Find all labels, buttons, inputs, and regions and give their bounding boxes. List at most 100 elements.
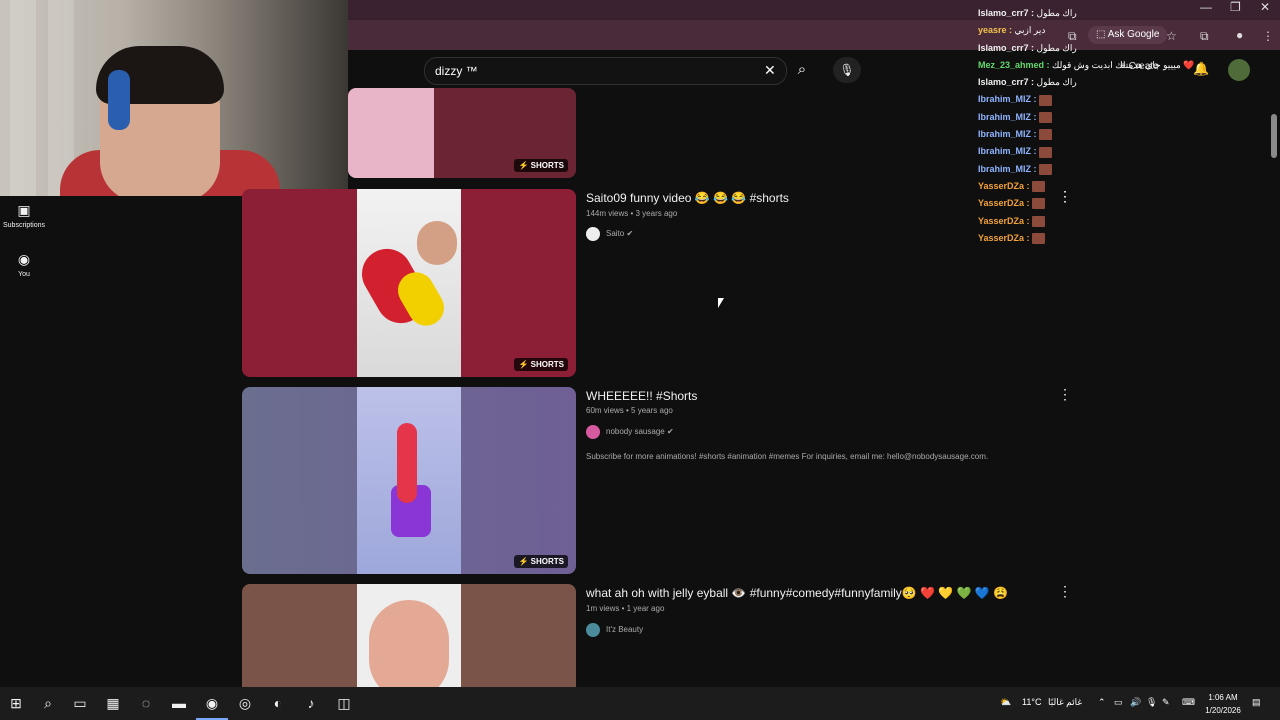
video-thumbnail[interactable] bbox=[242, 584, 576, 687]
voice-search-button[interactable]: 🎙 bbox=[833, 57, 861, 83]
channel-name: It'z Beauty bbox=[606, 625, 644, 635]
video-thumbnail[interactable]: ⚡ SHORTS bbox=[242, 387, 576, 574]
shorts-badge: ⚡ SHORTS bbox=[514, 159, 568, 172]
chat-emote-icon bbox=[1039, 163, 1053, 175]
chat-message: Ibrahim_MIZ : bbox=[978, 94, 1118, 111]
chat-message: YasserDZa : bbox=[978, 233, 1118, 250]
you-label: You bbox=[18, 271, 30, 278]
chat-text: راك مطول bbox=[1036, 8, 1077, 18]
chrome-icon[interactable]: ◉ bbox=[196, 687, 228, 720]
upload-age: 5 years ago bbox=[631, 406, 673, 415]
taskbar: ⊞ ⌕ ▭ ▦ ◌ ▬ ◉ ◎ ◐ ♪ ◫ ⛅ 11°C غائم غالبًا… bbox=[0, 687, 1280, 720]
badge-label: SHORTS bbox=[530, 161, 564, 170]
search-button[interactable]: ⌕ bbox=[788, 57, 816, 83]
channel-link[interactable]: It'z Beauty bbox=[586, 623, 643, 637]
chat-text: راك مطول bbox=[1036, 77, 1077, 88]
chat-text: راك مطول bbox=[1036, 42, 1077, 53]
more-actions-icon[interactable]: ⋮ bbox=[1058, 386, 1072, 403]
video-title[interactable]: WHEEEEE!! #Shorts bbox=[586, 389, 697, 403]
notification-center-icon[interactable]: ▤ bbox=[1252, 697, 1261, 708]
volume-icon[interactable]: 🔊 bbox=[1130, 697, 1141, 708]
you-icon: ◉ bbox=[17, 251, 31, 267]
channel-avatar bbox=[586, 425, 600, 439]
chat-emote-icon bbox=[1039, 111, 1053, 123]
mic-icon: 🎙 bbox=[839, 63, 855, 77]
keyboard-icon[interactable]: ⌨ bbox=[1182, 697, 1195, 708]
chat-emote-icon bbox=[1032, 181, 1046, 193]
channel-link[interactable]: nobody sausage ✔ bbox=[586, 425, 674, 439]
discord-icon[interactable]: ◎ bbox=[229, 687, 261, 720]
chat-emote-icon bbox=[1032, 198, 1046, 210]
subscriptions-label: Subscriptions bbox=[2, 222, 46, 229]
bookmark-star-icon[interactable]: ☆ bbox=[1166, 29, 1177, 43]
notifications-bell-icon[interactable]: 🔔 bbox=[1193, 61, 1209, 77]
avatar[interactable] bbox=[1228, 59, 1250, 81]
profile-icon[interactable]: ● bbox=[1236, 28, 1243, 42]
weather-temp[interactable]: 11°C bbox=[1022, 697, 1041, 707]
video-description: Subscribe for more animations! #shorts #… bbox=[586, 452, 989, 461]
clear-search-icon[interactable]: ✕ bbox=[764, 62, 776, 79]
tray-overflow-icon[interactable]: ⌃ bbox=[1098, 697, 1106, 708]
chat-message: YasserDZa : bbox=[978, 216, 1118, 233]
guide-you[interactable]: ◉ You bbox=[0, 251, 48, 278]
chat-username: Islamo_crr7 : bbox=[978, 8, 1037, 18]
store-icon[interactable]: ▦ bbox=[97, 687, 129, 720]
taskbar-search-icon[interactable]: ⌕ bbox=[32, 687, 64, 720]
minimize-button[interactable]: — bbox=[1200, 0, 1212, 14]
instagram-icon[interactable]: ◫ bbox=[328, 687, 360, 720]
upload-age: 1 year ago bbox=[626, 604, 665, 613]
creature-shape bbox=[397, 423, 417, 503]
chat-username: Mez_23_ahmed : bbox=[978, 59, 1053, 70]
chat-username: Islamo_crr7 : bbox=[978, 77, 1037, 88]
shorts-badge: ⚡ SHORTS bbox=[514, 358, 568, 371]
network-icon[interactable]: ▭ bbox=[1114, 697, 1123, 708]
obs-icon[interactable]: ◐ bbox=[262, 687, 294, 720]
file-explorer-icon[interactable]: ▬ bbox=[163, 687, 195, 720]
video-thumbnail[interactable]: ⚡ SHORTS bbox=[242, 189, 576, 377]
chat-message: Islamo_crr7 : راك مطول bbox=[978, 8, 1118, 25]
edge-icon[interactable]: ◌ bbox=[130, 687, 162, 720]
shorts-badge: ⚡ SHORTS bbox=[514, 555, 568, 568]
chat-username: YasserDZa : bbox=[978, 215, 1033, 226]
chat-emote-icon bbox=[1039, 146, 1053, 158]
channel-avatar bbox=[586, 227, 600, 241]
curtain bbox=[10, 0, 36, 196]
video-title[interactable]: Saito09 funny video 😂 😂 😂 #shorts bbox=[586, 191, 789, 205]
search-input[interactable]: dizzy ™ ✕ bbox=[424, 57, 787, 85]
guide-subscriptions[interactable]: ▣ Subscriptions bbox=[0, 202, 48, 229]
view-count: 1m views bbox=[586, 604, 620, 613]
chat-text: دير ازبي bbox=[1014, 25, 1046, 36]
restore-button[interactable]: ❐ bbox=[1230, 0, 1241, 14]
video-thumbnail[interactable]: ⚡ SHORTS bbox=[348, 88, 576, 178]
badge-label: SHORTS bbox=[530, 557, 564, 566]
more-actions-icon[interactable]: ⋮ bbox=[1058, 583, 1072, 600]
chat-message: Ibrahim_MIZ : bbox=[978, 146, 1118, 163]
taskbar-clock[interactable]: 1:06 AM 1/20/2026 bbox=[1200, 691, 1246, 717]
video-title[interactable]: what ah oh with jelly eyball 👁️ #funny#c… bbox=[586, 586, 1008, 600]
windows-start-icon[interactable]: ⊞ bbox=[0, 687, 32, 720]
chat-username: YasserDZa : bbox=[978, 198, 1033, 209]
extensions-icon[interactable]: ⧉ bbox=[1200, 29, 1209, 44]
search-icon: ⌕ bbox=[797, 61, 807, 78]
upload-age: 3 years ago bbox=[635, 209, 678, 218]
weather-icon: ⛅ bbox=[1000, 697, 1012, 707]
weather-desc[interactable]: غائم غالبًا bbox=[1048, 697, 1082, 708]
verified-icon: ✔ bbox=[626, 229, 634, 239]
mic-tray-icon[interactable]: 🎙 bbox=[1146, 697, 1157, 708]
chat-username: YasserDZa : bbox=[978, 180, 1033, 191]
task-view-icon[interactable]: ▭ bbox=[64, 687, 96, 720]
channel-link[interactable]: Saito ✔ bbox=[586, 227, 633, 241]
chat-username: Ibrahim_MIZ : bbox=[978, 146, 1040, 157]
page-scrollbar[interactable] bbox=[1271, 114, 1277, 158]
face-shape bbox=[417, 221, 457, 265]
subscriptions-icon: ▣ bbox=[17, 202, 31, 218]
chat-message: YasserDZa : bbox=[978, 198, 1118, 215]
channel-name: Saito bbox=[606, 229, 625, 239]
stream-chat-overlay: Islamo_crr7 : راك مطول yeasre : دير ازبي I… bbox=[978, 8, 1194, 250]
video-meta: 60m views • 5 years ago bbox=[586, 406, 673, 415]
close-window-button[interactable]: ✕ bbox=[1260, 0, 1270, 14]
tiktok-icon[interactable]: ♪ bbox=[295, 687, 327, 720]
chrome-menu-icon[interactable]: ⋮ bbox=[1262, 29, 1274, 43]
pen-icon[interactable]: ✎ bbox=[1162, 697, 1170, 708]
clock-date: 1/20/2026 bbox=[1205, 706, 1241, 715]
